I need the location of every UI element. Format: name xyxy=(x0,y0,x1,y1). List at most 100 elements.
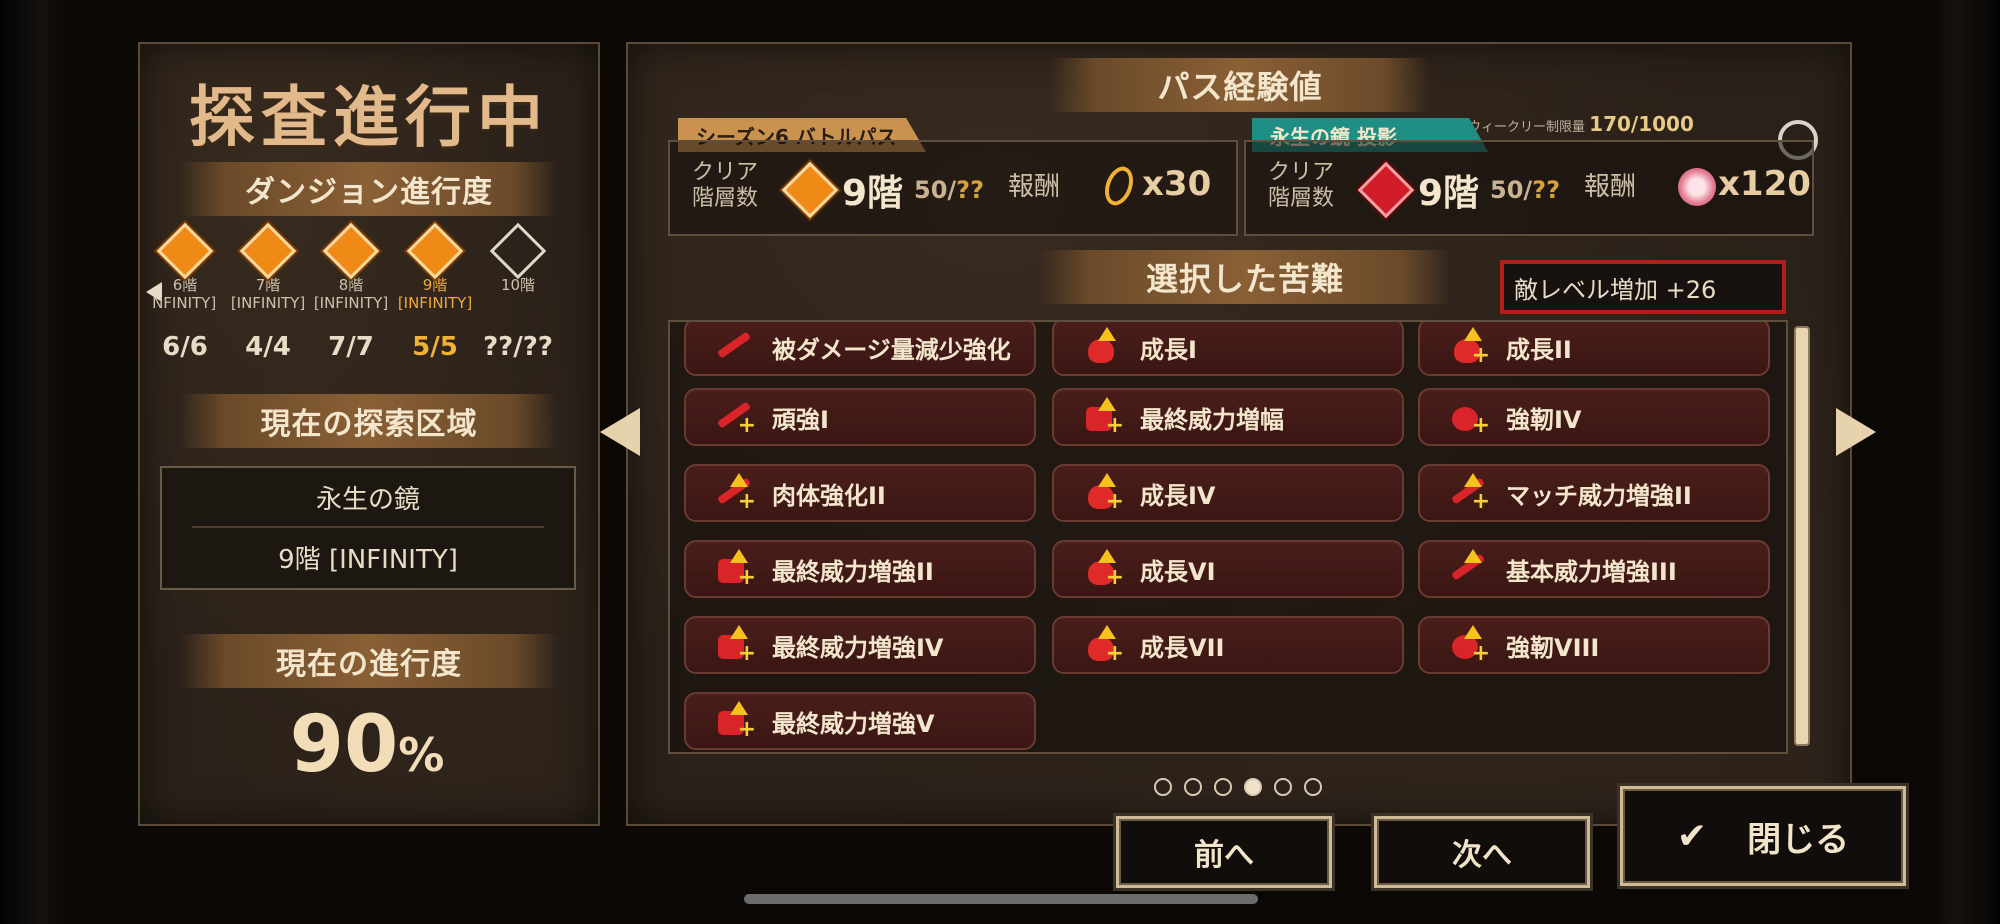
clear-floor-value: 9階 xyxy=(1418,173,1480,214)
area-floor: 9階 [INFINITY] xyxy=(278,544,458,575)
floor-tag: [INFINITY] xyxy=(313,294,389,312)
page-dot[interactable] xyxy=(1154,778,1172,796)
page-dot[interactable] xyxy=(1304,778,1322,796)
hardship-item[interactable]: 被ダメージ量減少強化 xyxy=(684,322,1036,376)
floor-tag: [INFINITY] xyxy=(230,294,306,312)
floor-count: 7/7 xyxy=(328,332,374,362)
floor-item[interactable]: 8階 [INFINITY] xyxy=(311,222,391,312)
floor-count: 6/6 xyxy=(162,332,208,362)
heart-up-plus-icon: + xyxy=(1084,473,1124,513)
page-dot[interactable] xyxy=(1184,778,1202,796)
dungeon-progress-banner: ダンジョン進行度 xyxy=(180,162,558,216)
floor-count: 4/4 xyxy=(245,332,291,362)
clear-floor-label: クリア 階層数 xyxy=(692,160,759,211)
battle-pass-box: クリア 階層数 9階 50/?? 報酬 x30 xyxy=(668,140,1238,236)
prev-page-arrow[interactable] xyxy=(600,408,640,456)
current-area-banner: 現在の探索区域 xyxy=(180,394,558,448)
floor-progress: 50/?? xyxy=(914,176,985,204)
page-dot[interactable] xyxy=(1214,778,1232,796)
close-button-label: 閉じる xyxy=(1747,819,1850,860)
next-page-arrow[interactable] xyxy=(1836,408,1876,456)
prev-button[interactable]: 前へ xyxy=(1116,816,1332,888)
device-frame-right xyxy=(1930,0,2000,924)
hardship-scrollbar[interactable] xyxy=(1794,326,1810,746)
hardship-item[interactable]: + 肉体強化II xyxy=(684,464,1036,522)
hardship-item[interactable]: 成長I xyxy=(1052,322,1404,376)
hardship-item[interactable]: + 最終威力増幅 xyxy=(1052,388,1404,446)
device-frame-left xyxy=(0,0,70,924)
hardship-item[interactable]: 基本威力増強III xyxy=(1418,540,1770,598)
base-power-icon xyxy=(1450,549,1490,589)
toughness-icon: + xyxy=(1450,397,1490,437)
heart-up-plus-icon: + xyxy=(1084,549,1124,589)
hardship-item[interactable]: + 最終威力増強II xyxy=(684,540,1036,598)
mirror-floor-badge-icon xyxy=(1357,161,1415,219)
pass-exp-banner: パス経験値 xyxy=(1050,58,1430,112)
pass-token-icon xyxy=(1099,162,1139,210)
heart-up-plus-icon: + xyxy=(1450,327,1490,367)
reward-label: 報酬 xyxy=(1008,172,1061,202)
floor-count: ??/?? xyxy=(483,332,553,362)
floor-locked-icon xyxy=(489,222,547,280)
page-dot[interactable] xyxy=(1274,778,1292,796)
hardship-item[interactable]: + 強靭IV xyxy=(1418,388,1770,446)
hardship-item[interactable]: + 最終威力増強IV xyxy=(684,616,1036,674)
selected-hardship-banner: 選択した苦難 xyxy=(1040,250,1450,304)
next-button[interactable]: 次へ xyxy=(1374,816,1590,888)
hardship-grid[interactable]: 被ダメージ量減少強化 成長I + 成長II + 頑強I + 最終威力増幅 + 強… xyxy=(668,320,1788,754)
current-progress-banner: 現在の進行度 xyxy=(180,634,558,688)
shield-down-icon xyxy=(716,327,756,367)
weekly-limit: ウィークリー制限量 170/1000 xyxy=(1468,112,1694,136)
floor-progress: 50/?? xyxy=(1490,176,1561,204)
page-title: 探査進行中 xyxy=(189,79,549,156)
floor-item[interactable]: 7階 [INFINITY] xyxy=(228,222,308,312)
page-dot-current[interactable] xyxy=(1244,778,1262,796)
floor-item-current[interactable]: 9階 [INFINITY] xyxy=(395,222,475,312)
hardship-item[interactable]: + 頑強I xyxy=(684,388,1036,446)
hardship-item[interactable]: + マッチ威力増強II xyxy=(1418,464,1770,522)
current-area-box: 永生の鏡 9階 [INFINITY] xyxy=(160,466,576,590)
power-up-icon: + xyxy=(716,701,756,741)
hardship-item[interactable]: + 成長II xyxy=(1418,322,1770,376)
power-up-icon: + xyxy=(716,549,756,589)
clear-floor-value: 9階 xyxy=(842,173,904,214)
power-up-icon: + xyxy=(716,625,756,665)
floor-cleared-icon xyxy=(239,222,297,280)
hardship-item[interactable]: + 最終威力増強V xyxy=(684,692,1036,750)
floor-cleared-icon xyxy=(156,222,214,280)
sword-plus-icon: + xyxy=(716,397,756,437)
progress-number: 90 xyxy=(289,700,399,790)
hardship-item[interactable]: + 成長IV xyxy=(1052,464,1404,522)
floor-badge-icon xyxy=(781,161,839,219)
reward-label: 報酬 xyxy=(1584,172,1637,202)
hardship-item[interactable]: + 強靭VIII xyxy=(1418,616,1770,674)
heart-up-plus-icon: + xyxy=(1084,625,1124,665)
check-icon: ✔ xyxy=(1676,815,1708,857)
floor-cleared-icon xyxy=(322,222,380,280)
current-progress-value: 90% xyxy=(138,700,596,790)
mirror-projection-box: クリア 階層数 9階 50/?? 報酬 x120 xyxy=(1244,140,1814,236)
area-name: 永生の鏡 xyxy=(315,484,420,515)
progress-unit: % xyxy=(398,728,445,782)
weekly-limit-label: ウィークリー制限量 xyxy=(1468,120,1586,135)
body-up-icon: + xyxy=(716,473,756,513)
floor-item-locked[interactable]: 10階 xyxy=(478,222,558,294)
floor-item[interactable]: 6階 [INFINITY] xyxy=(145,222,225,312)
home-indicator xyxy=(744,894,1258,904)
weekly-limit-value: 170/1000 xyxy=(1589,112,1694,136)
floor-current-icon xyxy=(406,222,464,280)
hardship-item[interactable]: + 成長VII xyxy=(1052,616,1404,674)
toughness-icon: + xyxy=(1450,625,1490,665)
close-button[interactable]: ✔ 閉じる xyxy=(1620,786,1906,886)
floor-count-current: 5/5 xyxy=(412,332,458,362)
reward-amount: x30 xyxy=(1142,164,1212,204)
match-power-icon: + xyxy=(1450,473,1490,513)
hardship-item[interactable]: + 成長VI xyxy=(1052,540,1404,598)
clear-floor-label: クリア 階層数 xyxy=(1268,160,1335,211)
floor-tag: [INFINITY] xyxy=(141,294,217,312)
reward-amount: x120 xyxy=(1718,164,1811,204)
power-up-icon: + xyxy=(1084,397,1124,437)
floor-tag: [INFINITY] xyxy=(397,294,473,312)
enemy-level-increase: 敵レベル増加 +26 xyxy=(1500,260,1786,314)
shard-icon xyxy=(1678,168,1716,206)
